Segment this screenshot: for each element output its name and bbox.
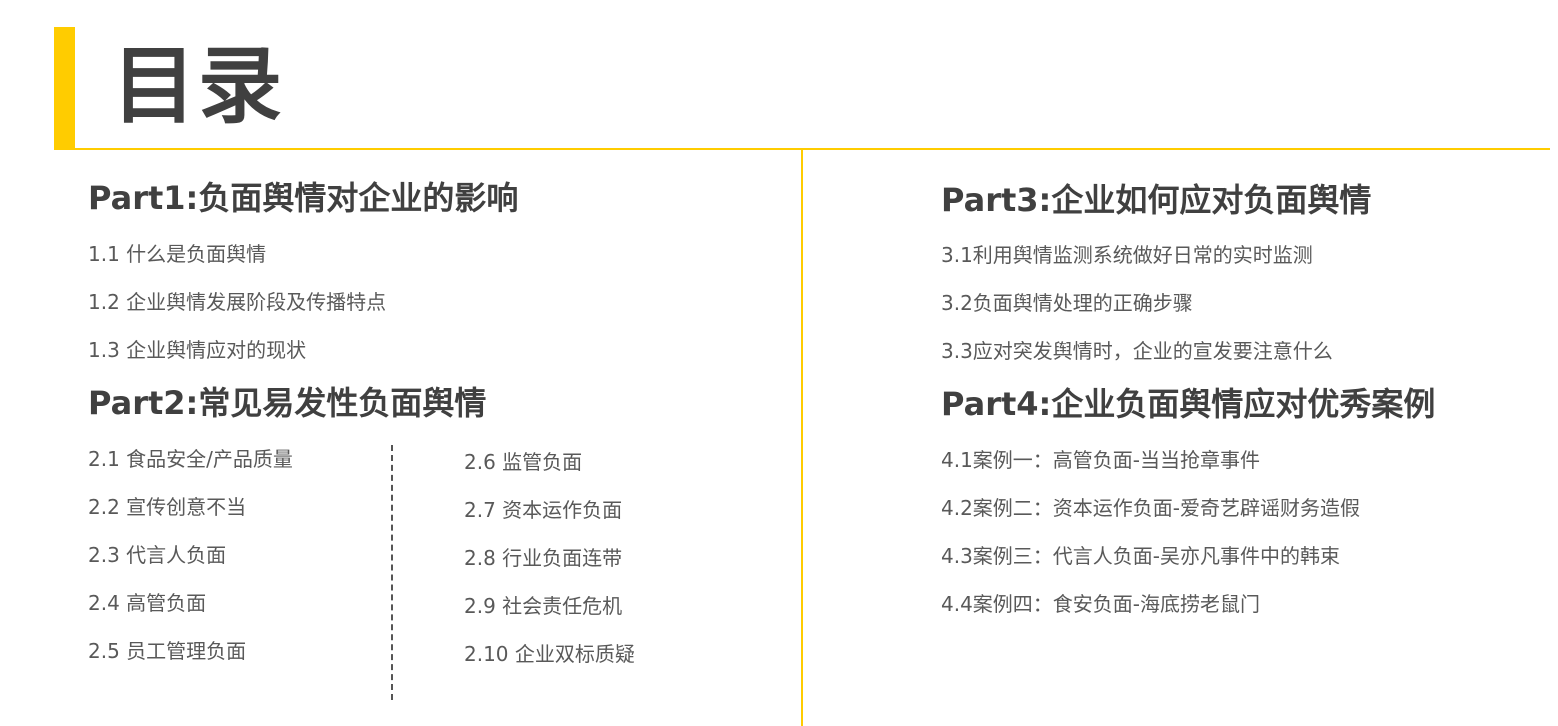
part1-heading: Part1:负面舆情对企业的影响 bbox=[88, 179, 519, 217]
page-title: 目录 bbox=[112, 37, 285, 135]
toc-item-2-4[interactable]: 2.4 高管负面 bbox=[88, 589, 206, 617]
toc-item-2-10[interactable]: 2.10 企业双标质疑 bbox=[464, 640, 635, 668]
toc-item-3-1[interactable]: 3.1利用舆情监测系统做好日常的实时监测 bbox=[941, 241, 1313, 269]
title-accent-bar bbox=[54, 27, 75, 149]
toc-item-1-3[interactable]: 1.3 企业舆情应对的现状 bbox=[88, 336, 306, 364]
part3-heading: Part3:企业如何应对负面舆情 bbox=[941, 181, 1372, 219]
column-divider bbox=[801, 150, 803, 726]
toc-item-2-5[interactable]: 2.5 员工管理负面 bbox=[88, 637, 246, 665]
toc-item-3-2[interactable]: 3.2负面舆情处理的正确步骤 bbox=[941, 289, 1193, 317]
toc-item-2-6[interactable]: 2.6 监管负面 bbox=[464, 448, 582, 476]
toc-item-2-3[interactable]: 2.3 代言人负面 bbox=[88, 541, 226, 569]
part2-heading: Part2:常见易发性负面舆情 bbox=[88, 384, 487, 422]
toc-item-4-4[interactable]: 4.4案例四：食安负面-海底捞老鼠门 bbox=[941, 590, 1260, 618]
part4-heading: Part4:企业负面舆情应对优秀案例 bbox=[941, 385, 1436, 423]
toc-item-1-2[interactable]: 1.2 企业舆情发展阶段及传播特点 bbox=[88, 288, 386, 316]
toc-item-4-3[interactable]: 4.3案例三：代言人负面-吴亦凡事件中的韩束 bbox=[941, 542, 1340, 570]
toc-item-1-1[interactable]: 1.1 什么是负面舆情 bbox=[88, 240, 266, 268]
toc-item-2-8[interactable]: 2.8 行业负面连带 bbox=[464, 544, 622, 572]
toc-item-2-7[interactable]: 2.7 资本运作负面 bbox=[464, 496, 622, 524]
toc-item-3-3[interactable]: 3.3应对突发舆情时，企业的宣发要注意什么 bbox=[941, 337, 1333, 365]
toc-item-2-1[interactable]: 2.1 食品安全/产品质量 bbox=[88, 445, 293, 473]
toc-item-4-2[interactable]: 4.2案例二：资本运作负面-爱奇艺辟谣财务造假 bbox=[941, 494, 1360, 522]
toc-item-2-2[interactable]: 2.2 宣传创意不当 bbox=[88, 493, 246, 521]
toc-item-4-1[interactable]: 4.1案例一：高管负面-当当抢章事件 bbox=[941, 446, 1260, 474]
part2-dashed-divider bbox=[391, 445, 393, 700]
toc-item-2-9[interactable]: 2.9 社会责任危机 bbox=[464, 592, 622, 620]
